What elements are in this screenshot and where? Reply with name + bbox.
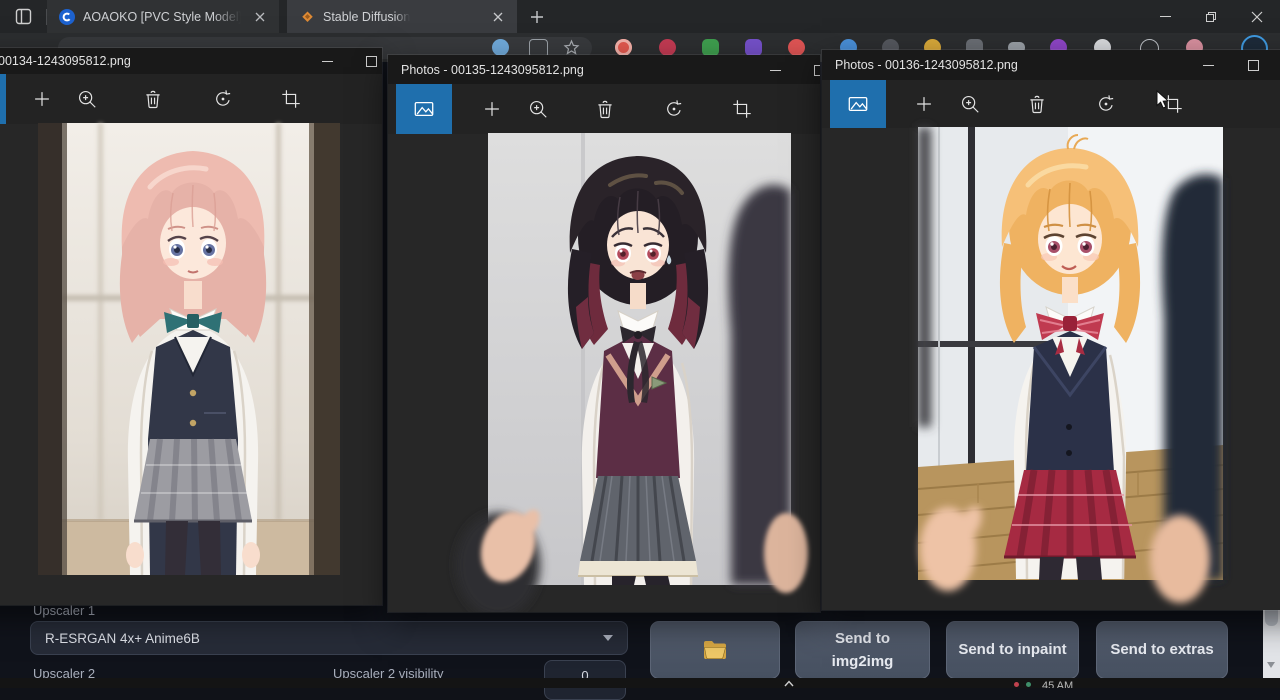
minimize-button[interactable] xyxy=(1198,55,1218,75)
tab-close-button[interactable] xyxy=(489,8,507,26)
zoom-in-icon xyxy=(527,98,549,120)
minimize-button[interactable] xyxy=(317,51,337,71)
add-button[interactable] xyxy=(901,80,947,128)
trash-icon xyxy=(142,88,164,110)
window-titlebar[interactable]: Photos - 00135-1243095812.png xyxy=(388,55,820,84)
rotate-button[interactable] xyxy=(1083,80,1129,128)
browser-tab-bar: AOAOKO [PVC Style Model] - PV Stable Dif… xyxy=(0,0,1280,33)
send-to-img2img-button[interactable]: Send to img2img xyxy=(795,621,930,679)
extension-icon[interactable] xyxy=(615,39,632,56)
send-to-inpaint-button[interactable]: Send to inpaint xyxy=(946,621,1079,679)
gallery-button[interactable] xyxy=(396,84,452,134)
tab-overview-icon xyxy=(15,8,32,25)
tab-label: Stable Diffusion xyxy=(323,10,410,24)
crop-button[interactable] xyxy=(268,74,314,124)
chevron-down-icon xyxy=(603,635,613,641)
crop-icon xyxy=(280,88,302,110)
tab-stable-diffusion[interactable]: Stable Diffusion xyxy=(287,0,517,33)
maximize-button[interactable] xyxy=(1243,55,1263,75)
photos-window-1: 00134-1243095812.png xyxy=(0,48,382,605)
extension-icon[interactable] xyxy=(659,39,676,56)
photos-window-2: Photos - 00135-1243095812.png xyxy=(388,55,820,612)
taskbar-clock[interactable]: 45 AM xyxy=(1042,680,1073,688)
upscaler1-dropdown[interactable]: R-ESRGAN 4x+ Anime6B xyxy=(30,621,628,655)
delete-button[interactable] xyxy=(582,84,628,134)
send-to-device-icon[interactable] xyxy=(492,39,509,56)
delete-button[interactable] xyxy=(1014,80,1060,128)
tab-civitai[interactable]: AOAOKO [PVC Style Model] - PV xyxy=(47,0,279,33)
rotate-button[interactable] xyxy=(651,84,697,134)
gallery-icon xyxy=(413,98,435,120)
trash-icon xyxy=(1026,93,1048,115)
window-titlebar[interactable]: Photos - 00136-1243095812.png xyxy=(822,50,1280,80)
new-tab-button[interactable] xyxy=(517,0,557,33)
trash-icon xyxy=(594,98,616,120)
tray-icon[interactable] xyxy=(1026,682,1031,687)
window-titlebar[interactable]: 00134-1243095812.png xyxy=(0,48,382,74)
extension-icon[interactable] xyxy=(702,39,719,56)
mouse-cursor xyxy=(1152,90,1170,110)
photo-image[interactable] xyxy=(918,127,1223,580)
zoom-in-icon xyxy=(959,93,981,115)
window-title: 00134-1243095812.png xyxy=(0,54,131,68)
photo-image[interactable] xyxy=(38,123,340,575)
rotate-icon xyxy=(212,88,234,110)
extension-icon[interactable] xyxy=(745,39,762,56)
add-button[interactable] xyxy=(19,74,65,124)
zoom-in-icon xyxy=(76,88,98,110)
zoom-button[interactable] xyxy=(947,80,993,128)
open-folder-button[interactable] xyxy=(650,621,780,679)
crop-button[interactable] xyxy=(719,84,765,134)
photos-toolbar xyxy=(388,84,820,134)
browser-restore-button[interactable] xyxy=(1188,0,1234,33)
civitai-favicon xyxy=(59,9,75,25)
rotate-icon xyxy=(1095,93,1117,115)
gallery-icon xyxy=(847,93,869,115)
photos-toolbar xyxy=(0,74,382,124)
photo-image[interactable] xyxy=(488,133,791,585)
folder-icon xyxy=(703,640,727,660)
maximize-button[interactable] xyxy=(809,60,820,80)
photos-window-3: Photos - 00136-1243095812.png xyxy=(822,50,1280,610)
crop-icon xyxy=(731,98,753,120)
zoom-button[interactable] xyxy=(515,84,561,134)
gallery-button[interactable] xyxy=(0,74,6,124)
sd-favicon xyxy=(299,9,315,25)
photos-toolbar xyxy=(822,80,1280,128)
zoom-button[interactable] xyxy=(64,74,110,124)
tab-close-button[interactable] xyxy=(251,8,269,26)
gallery-button[interactable] xyxy=(830,80,886,128)
upscaler1-value: R-ESRGAN 4x+ Anime6B xyxy=(45,631,200,646)
window-title: Photos - 00136-1243095812.png xyxy=(835,58,1018,72)
rotate-icon xyxy=(663,98,685,120)
extension-icon[interactable] xyxy=(788,39,805,56)
plus-icon xyxy=(31,88,53,110)
taskbar: 45 AM xyxy=(0,678,1280,688)
window-title: Photos - 00135-1243095812.png xyxy=(401,63,584,77)
maximize-button[interactable] xyxy=(361,51,381,71)
tab-overview-button[interactable] xyxy=(0,0,46,33)
plus-icon xyxy=(481,98,503,120)
plus-icon xyxy=(913,93,935,115)
delete-button[interactable] xyxy=(130,74,176,124)
tab-label: AOAOKO [PVC Style Model] - PV xyxy=(83,10,241,24)
upscaler1-label: Upscaler 1 xyxy=(33,603,95,618)
send-to-extras-button[interactable]: Send to extras xyxy=(1096,621,1228,679)
tray-icon[interactable] xyxy=(1014,682,1019,687)
tray-expand-icon[interactable] xyxy=(784,680,794,687)
browser-minimize-button[interactable] xyxy=(1142,0,1188,33)
rotate-button[interactable] xyxy=(200,74,246,124)
add-button[interactable] xyxy=(469,84,515,134)
browser-close-button[interactable] xyxy=(1234,0,1280,33)
scrollbar-down-icon[interactable] xyxy=(1267,662,1275,668)
favorites-star-icon[interactable] xyxy=(563,39,580,56)
minimize-button[interactable] xyxy=(765,60,785,80)
page-scrollbar[interactable] xyxy=(1263,598,1280,680)
